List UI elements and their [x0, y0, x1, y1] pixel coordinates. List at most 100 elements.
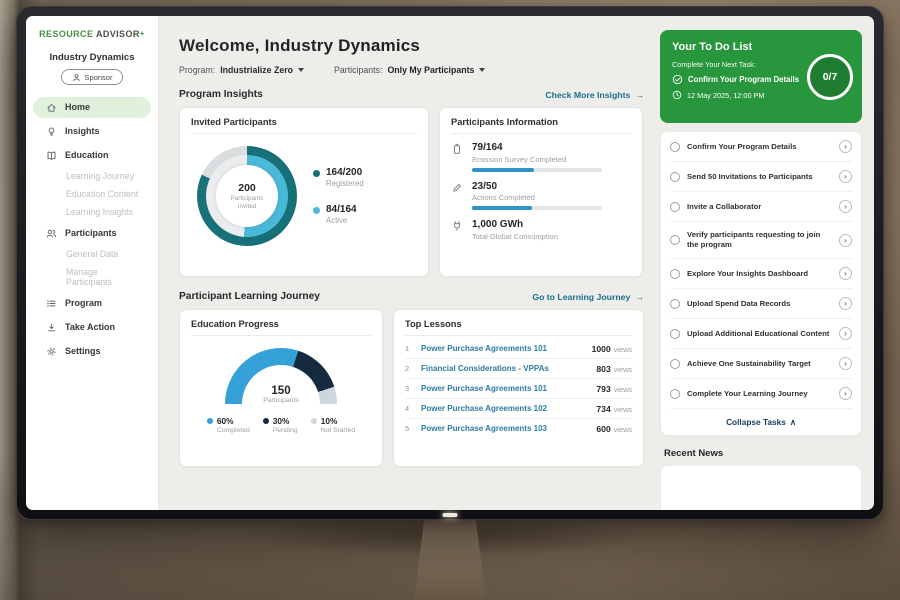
legend-value: 84/164: [326, 204, 357, 215]
todo-due: 12 May 2025, 12:00 PM: [672, 90, 814, 100]
sidebar-item-label: Home: [65, 102, 90, 112]
lesson-link[interactable]: Power Purchase Agreements 101: [421, 344, 584, 353]
task-checkbox[interactable]: [670, 172, 680, 182]
participants-dropdown[interactable]: Participants: Only My Participants: [334, 65, 485, 75]
lesson-row[interactable]: 2 Financial Considerations - VPPAs 803vi…: [405, 358, 632, 378]
task-checkbox[interactable]: [670, 389, 680, 399]
task-chevron-icon[interactable]: ›: [839, 200, 852, 213]
section-title-learning-journey: Participant Learning Journey: [179, 291, 320, 302]
task-checkbox[interactable]: [670, 329, 680, 339]
legend-label: Not Started: [321, 427, 355, 434]
card-title: Participants Information: [451, 117, 631, 134]
task-label: Upload Spend Data Records: [687, 299, 832, 309]
sidebar-item-home[interactable]: Home: [33, 97, 151, 118]
sidebar-item-participants[interactable]: Participants: [33, 223, 151, 244]
lesson-link[interactable]: Power Purchase Agreements 103: [421, 424, 588, 433]
task-chevron-icon[interactable]: ›: [839, 387, 852, 400]
brand-plus: +: [140, 29, 145, 38]
legend-dot-not-started: [311, 418, 317, 424]
sidebar-item-education-content[interactable]: Education Content: [33, 185, 151, 203]
main-content: Welcome, Industry Dynamics Program: Indu…: [159, 16, 656, 510]
lesson-views: 1000: [592, 344, 611, 354]
sidebar-item-take-action[interactable]: Take Action: [33, 317, 151, 338]
task-item[interactable]: Send 50 Invitations to Participants ›: [670, 161, 852, 191]
task-label: Explore Your Insights Dashboard: [687, 269, 832, 279]
sidebar-item-learning-journey[interactable]: Learning Journey: [33, 167, 151, 185]
legend-label: Registered: [326, 179, 364, 188]
donut-legend: 164/200 Registered 84/164 Active: [313, 167, 364, 225]
lesson-link[interactable]: Power Purchase Agreements 101: [421, 384, 588, 393]
task-chevron-icon[interactable]: ›: [839, 170, 852, 183]
learning-journey-cards: Education Progress 150 Participants: [179, 309, 644, 467]
task-checkbox[interactable]: [670, 202, 680, 212]
check-more-insights-link[interactable]: Check More Insights →: [545, 90, 644, 100]
gear-icon: [46, 346, 58, 357]
task-checkbox[interactable]: [670, 359, 680, 369]
task-chevron-icon[interactable]: ›: [839, 327, 852, 340]
task-chevron-icon[interactable]: ›: [839, 140, 852, 153]
task-checkbox[interactable]: [670, 235, 680, 245]
task-item[interactable]: Explore Your Insights Dashboard ›: [670, 258, 852, 288]
sidebar-item-label: Take Action: [65, 322, 115, 332]
sidebar-item-settings[interactable]: Settings: [33, 341, 151, 362]
program-dropdown[interactable]: Program: Industrialize Zero: [179, 65, 304, 75]
todo-progress-ring: 0/7: [807, 54, 853, 100]
sidebar-item-program[interactable]: Program: [33, 293, 151, 314]
brand-secondary: ADVISOR: [96, 29, 140, 39]
task-item[interactable]: Verify participants requesting to join t…: [670, 221, 852, 258]
task-chevron-icon[interactable]: ›: [839, 267, 852, 280]
legend-item-not-started: 10% Not Started: [311, 416, 355, 434]
task-item[interactable]: Upload Spend Data Records ›: [670, 288, 852, 318]
task-item[interactable]: Confirm Your Program Details ›: [670, 132, 852, 161]
task-label: Send 50 Invitations to Participants: [687, 172, 832, 182]
scene: RESOURCE ADVISOR+ Industry Dynamics Spon…: [0, 0, 900, 600]
task-label: Upload Additional Educational Content: [687, 329, 832, 339]
task-checkbox[interactable]: [670, 299, 680, 309]
legend-value: 30%: [273, 416, 298, 426]
lesson-views-suffix: views: [614, 365, 632, 374]
sidebar-item-insights[interactable]: Insights: [33, 121, 151, 142]
sidebar-item-education[interactable]: Education: [33, 145, 151, 166]
task-chevron-icon[interactable]: ›: [839, 297, 852, 310]
donut-center: 200 Participants Invited: [216, 165, 278, 227]
lesson-link[interactable]: Power Purchase Agreements 102: [421, 404, 588, 413]
sidebar-item-general-data[interactable]: General Data: [33, 245, 151, 263]
arrow-right-icon: →: [635, 292, 644, 302]
plug-icon: [451, 219, 464, 245]
dashboard-screen: RESOURCE ADVISOR+ Industry Dynamics Spon…: [26, 16, 874, 510]
lesson-views: 803: [596, 364, 610, 374]
go-to-learning-journey-link[interactable]: Go to Learning Journey →: [532, 292, 644, 302]
stat-value: 23/50: [472, 181, 602, 192]
task-chevron-icon[interactable]: ›: [839, 357, 852, 370]
sidebar-item-label: Insights: [65, 126, 100, 136]
collapse-tasks-button[interactable]: Collapse Tasks∧: [670, 408, 852, 435]
lesson-row[interactable]: 5 Power Purchase Agreements 103 600views: [405, 418, 632, 438]
task-item[interactable]: Complete Your Learning Journey ›: [670, 378, 852, 408]
progress-bar-fill: [472, 206, 532, 210]
lesson-link[interactable]: Financial Considerations - VPPAs: [421, 364, 588, 373]
page-title: Welcome, Industry Dynamics: [179, 36, 644, 56]
program-value: Industrialize Zero: [220, 65, 293, 75]
filters-row: Program: Industrialize Zero Participants…: [179, 65, 644, 75]
sidebar-item-label: Program: [65, 298, 102, 308]
task-chevron-icon[interactable]: ›: [839, 234, 852, 247]
sidebar-item-manage-participants[interactable]: Manage Participants: [33, 263, 151, 291]
sidebar-item-label: Settings: [65, 346, 101, 356]
stat-row-actions: 23/50 Actions Completed: [451, 181, 631, 211]
task-item[interactable]: Upload Additional Educational Content ›: [670, 318, 852, 348]
lesson-row[interactable]: 1 Power Purchase Agreements 101 1000view…: [405, 339, 632, 358]
lesson-row[interactable]: 4 Power Purchase Agreements 102 734views: [405, 398, 632, 418]
program-label: Program:: [179, 65, 215, 75]
task-checkbox[interactable]: [670, 269, 680, 279]
battery-icon: [451, 142, 464, 172]
task-item[interactable]: Invite a Collaborator ›: [670, 191, 852, 221]
lesson-row[interactable]: 3 Power Purchase Agreements 101 793views: [405, 378, 632, 398]
todo-subtitle: Complete Your Next Task:: [672, 60, 812, 69]
legend-value: 60%: [217, 416, 250, 426]
power-button-led[interactable]: [443, 513, 458, 517]
card-title: Invited Participants: [191, 117, 417, 134]
stat-label: Actions Completed: [472, 193, 602, 202]
task-checkbox[interactable]: [670, 142, 680, 152]
task-item[interactable]: Achieve One Sustainability Target ›: [670, 348, 852, 378]
sidebar-item-learning-insights[interactable]: Learning Insights: [33, 203, 151, 221]
